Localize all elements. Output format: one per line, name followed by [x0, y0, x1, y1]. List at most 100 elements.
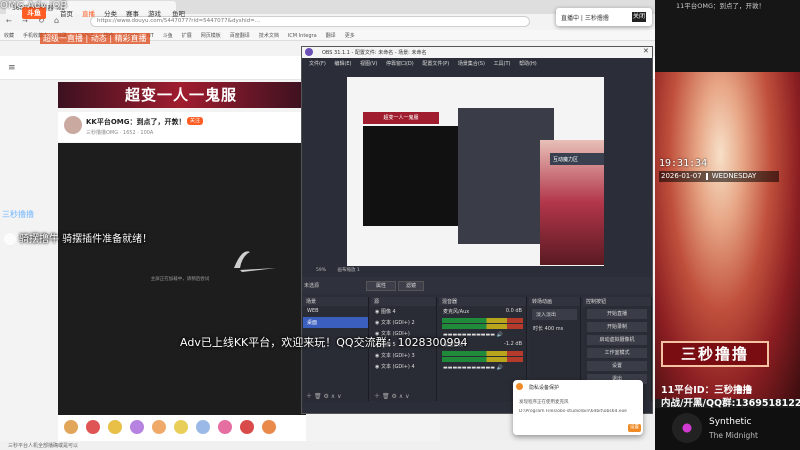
- volume-meter: [442, 318, 523, 323]
- bookmark-item[interactable]: 翻译: [326, 33, 336, 39]
- gift-icon[interactable]: [86, 420, 100, 434]
- transitions-title: 转场动画: [529, 297, 580, 306]
- overlay-tagline: 超级一直播 | 动态 | 精彩直播: [40, 33, 150, 44]
- eye-icon[interactable]: ◉: [375, 353, 379, 359]
- gift-icon[interactable]: [130, 420, 144, 434]
- streamer-avatar[interactable]: [64, 116, 82, 134]
- panel-title: 11平台OMG：到点了，开敦！: [676, 2, 766, 10]
- menu-file[interactable]: 文件(F): [309, 61, 326, 67]
- eye-icon[interactable]: ◉: [375, 364, 379, 370]
- source-item[interactable]: ◉ 文本 (GDI+) 3: [371, 350, 436, 361]
- volume-meter: [442, 324, 523, 329]
- chevron-up-icon[interactable]: ∧: [331, 393, 335, 400]
- mixer-title: 混音器: [439, 297, 526, 306]
- platform-id: 11平台ID：三秒撸撸: [661, 385, 753, 396]
- obs-canvas-toolbar: 59% 画布缩放 1: [302, 266, 652, 275]
- gift-icon[interactable]: [262, 420, 276, 434]
- toast-path: D:\Program Files\obs-studio\bin\64bit\ob…: [519, 409, 627, 414]
- canvas-scale-select[interactable]: 画布缩放 1: [337, 268, 359, 273]
- settings-button[interactable]: 设置: [587, 361, 647, 371]
- nav-games[interactable]: 游戏: [148, 8, 161, 18]
- chevron-down-icon[interactable]: ∨: [337, 393, 341, 400]
- start-recording-button[interactable]: 开始录制: [587, 322, 647, 332]
- properties-button[interactable]: 属性: [366, 281, 396, 291]
- clock-time: 19:31:34: [659, 158, 708, 169]
- source-item[interactable]: ◉ 文本 (GDI+) 2: [371, 317, 436, 328]
- chevron-up-icon[interactable]: ∧: [399, 393, 403, 400]
- source-label: 文本 (GDI+) 3: [380, 353, 415, 359]
- add-icon[interactable]: ＋: [374, 393, 380, 400]
- toast-settings-button[interactable]: 设置: [628, 424, 641, 432]
- bookmark-item[interactable]: ICM Integra: [288, 33, 317, 39]
- player-loading-text: 主屏正在加载中，请稍后尝试: [150, 277, 210, 282]
- sources-title: 源: [371, 297, 436, 306]
- source-label: 文本 (GDI+) 4: [380, 364, 415, 370]
- zoom-level[interactable]: 59%: [316, 268, 326, 273]
- gift-icon[interactable]: [152, 420, 166, 434]
- menu-scene-collection[interactable]: 场景集合(S): [458, 61, 485, 67]
- menu-help[interactable]: 帮助(H): [519, 61, 537, 67]
- scene-item[interactable]: 桌面: [303, 317, 368, 328]
- streamer-nameplate: 三秒撸撸: [661, 341, 769, 367]
- gift-icon[interactable]: [64, 420, 78, 434]
- add-icon[interactable]: ＋: [306, 393, 312, 400]
- volume-meter: [442, 351, 523, 356]
- menu-docks[interactable]: 停靠窗口(D): [386, 61, 414, 67]
- close-icon[interactable]: ✕: [643, 47, 649, 55]
- gift-icon[interactable]: [196, 420, 210, 434]
- menu-icon[interactable]: ≡: [8, 63, 16, 73]
- clock-date: 2026-01-07 WEDNESDAY: [659, 171, 779, 182]
- source-item[interactable]: ◉ 图像 4: [371, 306, 436, 317]
- bookmark-item[interactable]: 技术文档: [259, 33, 279, 39]
- bookmark-item[interactable]: 斗鱼: [163, 33, 173, 39]
- studio-mode-button[interactable]: 工作室模式: [587, 348, 647, 358]
- toast-message: 发现程序正在使用麦克风: [519, 400, 569, 405]
- bookmark-item[interactable]: 网页模板: [201, 33, 221, 39]
- event-banner[interactable]: 超变一人一鬼服: [58, 82, 304, 108]
- chevron-down-icon[interactable]: ∨: [405, 393, 409, 400]
- transition-select[interactable]: 淡入淡出: [532, 309, 577, 320]
- gift-icon[interactable]: [108, 420, 122, 434]
- panel-header: [655, 0, 800, 72]
- menu-edit[interactable]: 编辑(E): [334, 61, 351, 67]
- start-streaming-button[interactable]: 开始直播: [587, 309, 647, 319]
- source-item[interactable]: ◉ 文本 (GDI+) 4: [371, 361, 436, 372]
- volume-slider[interactable]: ▬▬▬▬▬▬▬▬▬▬▬ 🔊: [439, 363, 526, 372]
- home-icon[interactable]: ⌂: [54, 16, 59, 25]
- volume-meter: [442, 357, 523, 362]
- scene-item[interactable]: WEB: [303, 306, 368, 317]
- bookmark-item[interactable]: 收藏: [4, 33, 14, 39]
- gift-icon[interactable]: [218, 420, 232, 434]
- bookmark-item[interactable]: 扩展: [182, 33, 192, 39]
- follow-button[interactable]: 关注: [187, 117, 203, 125]
- bookmark-item[interactable]: 更多: [345, 33, 355, 39]
- source-actions: ＋ 🗑 ⚙ ∧ ∨: [371, 390, 413, 401]
- obs-titlebar: OBS 31.1.1 - 配置文件: 未命名 - 场景: 未命名: [302, 47, 652, 58]
- duration-field[interactable]: 时长 400 ms: [529, 323, 580, 334]
- menu-view[interactable]: 视图(V): [360, 61, 377, 67]
- popup-close-button[interactable]: 关闭: [632, 12, 646, 22]
- menu-profile[interactable]: 配置文件(P): [422, 61, 449, 67]
- obs-logo-icon: [305, 48, 313, 56]
- room-subtitle: 三秒撸撸OMG · 1652 · 100A: [86, 130, 154, 136]
- nav-fishbar[interactable]: 鱼吧: [172, 8, 185, 18]
- shield-icon: [516, 383, 523, 390]
- status-bar: 三秒平台人机全部播确或是可以: [0, 441, 655, 450]
- scenes-title: 场景: [303, 297, 368, 306]
- gear-icon[interactable]: ⚙: [391, 393, 396, 400]
- eye-icon[interactable]: ◉: [375, 309, 379, 315]
- chat-avatar-icon: [4, 233, 16, 245]
- filters-button[interactable]: 滤镜: [398, 281, 424, 291]
- gear-icon[interactable]: ⚙: [323, 393, 328, 400]
- trash-icon[interactable]: 🗑: [382, 393, 390, 400]
- controls-title: 控制按钮: [583, 297, 651, 306]
- song-title: Synthetic: [709, 417, 752, 427]
- eye-icon[interactable]: ◉: [375, 320, 379, 326]
- gift-icon[interactable]: [174, 420, 188, 434]
- virtual-camera-button[interactable]: 启动虚拟摄像机: [587, 335, 647, 345]
- back-icon[interactable]: ←: [6, 17, 12, 25]
- menu-tools[interactable]: 工具(T): [494, 61, 511, 67]
- bookmark-item[interactable]: 百度翻译: [230, 33, 250, 39]
- gift-icon[interactable]: [240, 420, 254, 434]
- trash-icon[interactable]: 🗑: [314, 393, 322, 400]
